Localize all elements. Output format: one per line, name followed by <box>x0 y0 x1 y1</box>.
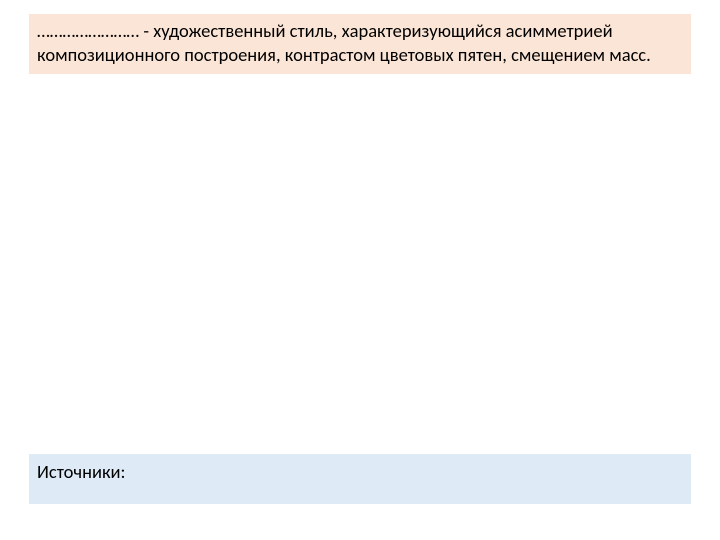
sources-label: Источники: <box>37 460 126 483</box>
definition-text: …………………… - художественный стиль, характе… <box>37 19 651 66</box>
definition-text-box: …………………… - художественный стиль, характе… <box>29 14 691 74</box>
sources-text-box: Источники: <box>29 454 691 504</box>
